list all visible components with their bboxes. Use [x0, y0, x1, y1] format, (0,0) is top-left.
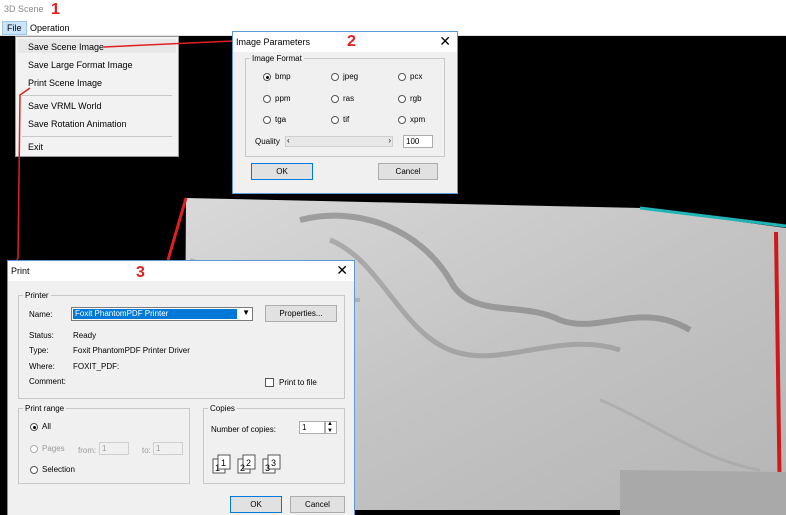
spin-down-icon[interactable]: ▼ [327, 426, 333, 437]
chevron-down-icon[interactable]: ▼ [242, 308, 250, 317]
radio-ppm[interactable]: ppm [263, 94, 291, 103]
menu-item-save-large-format-image[interactable]: Save Large Format Image [28, 60, 133, 70]
print-to-file-checkbox[interactable] [265, 378, 274, 387]
radio-xpm[interactable]: xpm [398, 115, 425, 124]
menu-separator [22, 136, 172, 137]
printer-legend: Printer [25, 291, 49, 300]
radio-all[interactable]: All [30, 422, 51, 431]
svg-text:3: 3 [271, 458, 276, 468]
app-titlebar: 3D Scene 1 [0, 0, 786, 20]
dialog-titlebar: Print 3 ✕ [8, 261, 354, 281]
radio-dot [263, 94, 271, 103]
type-label: Type: [29, 346, 49, 355]
menu-file[interactable]: File [2, 21, 27, 35]
print-to-file-label: Print to file [279, 378, 317, 387]
menu-item-save-scene-image[interactable]: Save Scene Image [28, 42, 104, 52]
quality-input[interactable]: 100 [403, 135, 433, 148]
radio-rgb[interactable]: rgb [398, 94, 422, 103]
image-parameters-dialog: Image Parameters 2 ✕ Image Format bmp jp… [232, 31, 458, 194]
where-value: FOXIT_PDF: [73, 362, 120, 371]
copies-label: Number of copies: [211, 425, 276, 434]
radio-selection[interactable]: Selection [30, 465, 75, 474]
radio-dot-selected [30, 422, 38, 431]
scroll-left-icon[interactable]: ‹ [287, 136, 290, 145]
menu-item-save-vrml-world[interactable]: Save VRML World [28, 101, 102, 111]
radio-dot [331, 72, 339, 81]
radio-tif[interactable]: tif [331, 115, 349, 124]
ok-button[interactable]: OK [251, 163, 313, 180]
radio-dot [398, 115, 406, 124]
menu-separator [22, 95, 172, 96]
cancel-button[interactable]: Cancel [378, 163, 438, 180]
radio-jpeg[interactable]: jpeg [331, 72, 358, 81]
menu-operation[interactable]: Operation [26, 21, 74, 35]
annotation-number-2: 2 [347, 33, 356, 50]
radio-bmp[interactable]: bmp [263, 72, 291, 81]
close-icon[interactable]: ✕ [336, 263, 348, 277]
to-input[interactable]: 1 [153, 442, 183, 455]
file-menu-dropdown: Save Scene Image Save Large Format Image… [15, 36, 179, 157]
svg-text:2: 2 [246, 458, 251, 468]
from-input[interactable]: 1 [99, 442, 129, 455]
quality-label: Quality [255, 137, 280, 146]
image-format-legend: Image Format [252, 54, 302, 63]
quality-slider[interactable]: ‹ › [285, 136, 393, 147]
app-title: 3D Scene [4, 4, 44, 14]
radio-dot [263, 115, 271, 124]
status-value: Ready [73, 331, 97, 340]
radio-ras[interactable]: ras [331, 94, 354, 103]
status-label: Status: [29, 331, 54, 340]
menu-item-print-scene-image[interactable]: Print Scene Image [28, 78, 102, 88]
radio-dot [398, 72, 406, 81]
dialog-title: Print [11, 266, 30, 276]
menu-item-exit[interactable]: Exit [28, 142, 43, 152]
copies-spin-arrows[interactable]: ▲ ▼ [325, 421, 337, 434]
radio-dot [398, 94, 406, 103]
comment-label: Comment: [29, 377, 66, 386]
radio-dot-selected [263, 72, 271, 81]
printer-name-value: Foxit PhantomPDF Printer [73, 309, 237, 319]
radio-dot [30, 465, 38, 474]
properties-button[interactable]: Properties... [265, 305, 337, 322]
radio-dot [30, 444, 38, 453]
radio-pages[interactable]: Pages [30, 444, 65, 453]
radio-pcx[interactable]: pcx [398, 72, 422, 81]
menu-item-save-rotation-animation[interactable]: Save Rotation Animation [28, 119, 127, 129]
radio-tga[interactable]: tga [263, 115, 286, 124]
svg-text:3: 3 [265, 463, 270, 473]
terrain-base [620, 470, 786, 515]
dialog-title: Image Parameters [236, 37, 311, 47]
print-dialog: Print 3 ✕ Printer Name: Foxit PhantomPDF… [7, 260, 355, 515]
svg-text:1: 1 [221, 458, 226, 468]
svg-text:2: 2 [240, 463, 245, 473]
radio-dot [331, 115, 339, 124]
printer-name-label: Name: [29, 310, 53, 319]
cancel-button[interactable]: Cancel [290, 496, 345, 513]
annotation-number-3: 3 [136, 264, 145, 281]
where-label: Where: [29, 362, 55, 371]
ok-button[interactable]: OK [230, 496, 282, 513]
dialog-titlebar: Image Parameters 2 ✕ [233, 32, 457, 52]
svg-text:1: 1 [215, 463, 220, 473]
close-icon[interactable]: ✕ [439, 34, 451, 48]
annotation-number-1: 1 [51, 1, 60, 18]
to-label: to: [142, 446, 151, 455]
from-label: from: [78, 446, 97, 455]
printer-name-select[interactable]: Foxit PhantomPDF Printer ▼ [71, 307, 253, 321]
copies-legend: Copies [210, 404, 235, 413]
radio-dot [331, 94, 339, 103]
type-value: Foxit PhantomPDF Printer Driver [73, 346, 190, 355]
collate-icon: 11 22 33 [212, 454, 281, 474]
scroll-right-icon[interactable]: › [388, 136, 391, 145]
print-range-legend: Print range [25, 404, 65, 413]
copies-input[interactable]: 1 [299, 421, 325, 434]
